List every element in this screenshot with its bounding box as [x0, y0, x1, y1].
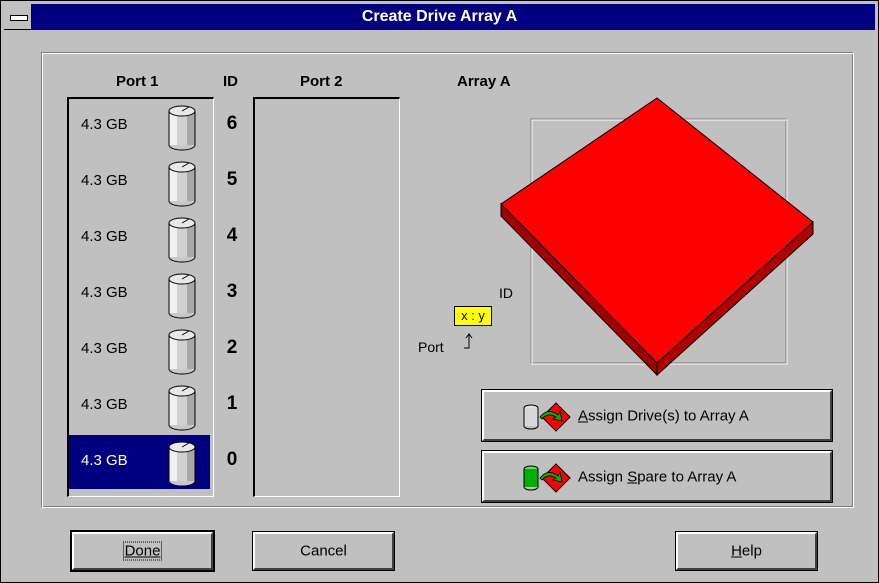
array-diagram	[500, 97, 814, 377]
drive-cylinder-icon	[168, 161, 196, 207]
legend-port-id-box: x : y	[454, 306, 492, 326]
port1-drive-row[interactable]: 4.3 GB	[69, 211, 210, 265]
drive-cylinder-icon	[168, 273, 196, 319]
done-button[interactable]: Done	[70, 530, 215, 572]
drive-size-label: 4.3 GB	[81, 284, 128, 301]
cancel-label: Cancel	[300, 542, 347, 560]
assign-spare-label: Assign Spare to Array A	[578, 468, 737, 485]
assign-drive-icon	[523, 402, 571, 432]
port1-drive-row[interactable]: 4.3 GB	[69, 267, 210, 321]
scsi-id-number: 4	[226, 225, 238, 246]
scsi-id-number: 1	[226, 393, 238, 414]
scsi-id-number: 0	[226, 449, 238, 470]
port2-drive-list[interactable]	[253, 97, 400, 497]
drive-size-label: 4.3 GB	[81, 452, 128, 469]
help-label: Help	[731, 542, 762, 560]
system-menu-button[interactable]	[4, 4, 32, 30]
array-slab-top-face	[500, 97, 814, 364]
drive-cylinder-icon	[168, 385, 196, 431]
legend-port-label: Port	[418, 339, 444, 355]
title-bar[interactable]: Create Drive Array A	[4, 4, 875, 30]
drive-size-label: 4.3 GB	[81, 172, 128, 189]
scsi-id-number: 3	[226, 281, 238, 302]
drive-cylinder-icon	[168, 329, 196, 375]
window-title: Create Drive Array A	[361, 8, 518, 25]
cancel-button[interactable]: Cancel	[252, 531, 395, 571]
assign-drives-button[interactable]: Assign Drive(s) to Array A	[481, 389, 833, 442]
port1-header: Port 1	[116, 73, 159, 90]
scsi-id-number: 5	[226, 169, 238, 190]
port2-header: Port 2	[300, 73, 343, 90]
scsi-id-number: 6	[226, 113, 238, 134]
drive-size-label: 4.3 GB	[81, 116, 128, 133]
dialog-window: Create Drive Array A Port 1 ID Port 2 Ar…	[0, 0, 879, 583]
scsi-id-number: 2	[226, 337, 238, 358]
port1-drive-row[interactable]: 4.3 GB	[69, 379, 210, 433]
drive-size-label: 4.3 GB	[81, 340, 128, 357]
port1-drive-row[interactable]: 4.3 GB	[69, 155, 210, 209]
done-label: Done	[122, 541, 163, 561]
id-header: ID	[223, 73, 238, 90]
port1-drive-row[interactable]: 4.3 GB	[69, 435, 210, 489]
port1-drive-row[interactable]: 4.3 GB	[69, 323, 210, 377]
assign-drives-label: Assign Drive(s) to Array A	[578, 407, 749, 424]
help-button[interactable]: Help	[675, 531, 818, 571]
drive-cylinder-icon	[168, 217, 196, 263]
assign-spare-button[interactable]: Assign Spare to Array A	[481, 450, 833, 503]
drive-size-label: 4.3 GB	[81, 396, 128, 413]
drive-size-label: 4.3 GB	[81, 228, 128, 245]
system-menu-icon	[10, 15, 28, 21]
assign-spare-icon	[523, 463, 571, 493]
array-header: Array A	[457, 73, 511, 90]
drive-cylinder-icon	[168, 441, 196, 487]
legend-id-label: ID	[499, 285, 513, 301]
port1-drive-row[interactable]: 4.3 GB	[69, 99, 210, 153]
drive-cylinder-icon	[168, 105, 196, 151]
port1-drive-list[interactable]: 4.3 GB 4.3 GB 4.3 GB 4.3 GB 4.3 GB 4.3 GB 4.3 …	[67, 97, 214, 497]
